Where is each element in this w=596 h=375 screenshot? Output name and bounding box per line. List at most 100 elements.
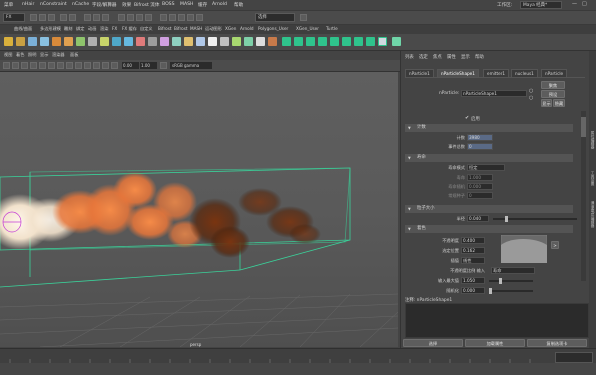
select-hierarchy-icon[interactable] (84, 14, 91, 21)
section-shading[interactable]: 着色 (405, 225, 573, 233)
color-space-select[interactable]: sRGB gamma (170, 62, 212, 69)
radius-slider[interactable] (493, 216, 577, 222)
cross-tool-icon[interactable] (392, 37, 401, 46)
menu-item[interactable]: nCache (72, 2, 89, 7)
textured-icon[interactable] (93, 62, 100, 69)
particle-tool-icon[interactable] (208, 37, 217, 46)
viewport-menu-item[interactable]: 视图 (4, 52, 12, 58)
maximize-icon[interactable]: □ (582, 1, 587, 7)
general-seed-field[interactable]: 0 (467, 192, 493, 199)
resolution-gate-icon[interactable] (57, 62, 64, 69)
render-frame-icon[interactable] (169, 14, 176, 21)
shelf-tab[interactable]: 自定义 (140, 26, 153, 32)
ae-scrollbar-thumb[interactable] (581, 117, 586, 137)
menu-item[interactable]: 帮助 (234, 2, 243, 8)
ae-menu-item[interactable]: 列表 (405, 54, 414, 60)
wireframe-icon[interactable] (75, 62, 82, 69)
smoke-icon[interactable] (64, 37, 73, 46)
node-name-field[interactable]: nParticleShape1 (461, 90, 527, 97)
ramp-expand-button[interactable]: > (551, 241, 559, 249)
selected-position-field[interactable]: 0.162 (461, 247, 485, 254)
copy-tab-button[interactable]: 复制选项卡 (527, 339, 587, 347)
bookmark-icon[interactable] (21, 62, 28, 69)
lifespan-field[interactable]: 1.000 (467, 174, 493, 181)
render-view-icon[interactable] (220, 37, 229, 46)
open-scene-icon[interactable] (39, 14, 46, 21)
color-management-icon[interactable] (160, 62, 167, 69)
menu-item[interactable]: 字段/解算器 (92, 2, 117, 8)
opacity-ramp-graph[interactable] (501, 235, 547, 263)
shelf-tab[interactable]: XGen_User (296, 26, 319, 31)
snap-curve-icon[interactable] (127, 14, 134, 21)
shelf-tab[interactable]: 运动图形 (205, 26, 222, 32)
select-component-icon[interactable] (102, 14, 109, 21)
construction-history-icon[interactable] (160, 14, 167, 21)
emitter-icon[interactable] (16, 37, 25, 46)
ae-scrollbar[interactable] (581, 111, 586, 281)
side-tab-channel-box[interactable]: 通道盒/层编辑器 (589, 201, 596, 227)
goal-icon[interactable] (172, 37, 181, 46)
ipr-render-icon[interactable] (178, 14, 185, 21)
shelf-tab[interactable]: FX 缓存 (122, 26, 137, 32)
graph-editor-icon[interactable] (244, 37, 253, 46)
side-tab-attribute-editor[interactable]: 属性编辑器 (589, 131, 596, 149)
playblast-icon[interactable] (232, 37, 241, 46)
total-events-field[interactable]: 0 (467, 143, 493, 150)
side-tab-tool-settings[interactable]: 工具设置 (589, 171, 596, 185)
far-field[interactable]: 1.00 (140, 62, 157, 69)
symmetry-icon[interactable] (300, 14, 307, 21)
section-count[interactable]: 计数 (405, 124, 573, 132)
bifrost-icon[interactable] (112, 37, 121, 46)
focus-button[interactable]: 聚焦 (541, 81, 565, 89)
menu-item[interactable]: 效果 (122, 2, 131, 8)
cube-green-icon[interactable] (330, 37, 339, 46)
viewport-menu-item[interactable]: 显示 (40, 52, 48, 58)
ae-menu-item[interactable]: 帮助 (475, 54, 484, 60)
shelf-tab[interactable]: Polygons_User (258, 26, 288, 31)
menu-item[interactable]: BOSS (162, 2, 175, 7)
playback-controls[interactable] (555, 352, 593, 363)
snap-grid-icon[interactable] (118, 14, 125, 21)
script-icon[interactable] (256, 37, 265, 46)
camera-attr-icon[interactable] (12, 62, 19, 69)
shelf-tab[interactable]: 雕刻 (64, 26, 72, 32)
cube-green-icon[interactable] (354, 37, 363, 46)
ae-menu-item[interactable]: 选定 (419, 54, 428, 60)
fluid-icon[interactable] (28, 37, 37, 46)
menu-item[interactable]: nHair (22, 2, 34, 7)
shelf-tab[interactable]: MASH (190, 26, 202, 31)
notes-textarea[interactable] (405, 303, 589, 338)
radius-field[interactable]: 0.040 (467, 215, 489, 222)
menu-item[interactable]: nConstraint (40, 2, 67, 7)
shadows-icon[interactable] (111, 62, 118, 69)
flame-icon[interactable] (268, 37, 277, 46)
gate-mask-icon[interactable] (66, 62, 73, 69)
lights-icon[interactable] (102, 62, 109, 69)
nparticle-icon[interactable] (4, 37, 13, 46)
hypershade-icon[interactable] (196, 14, 203, 21)
show-button[interactable]: 显示 (541, 99, 552, 107)
image-plane-icon[interactable] (30, 62, 37, 69)
section-particle-size[interactable]: 粒子大小 (405, 205, 573, 213)
shelf-tab[interactable]: 渲染 (100, 26, 108, 32)
shelf-tab[interactable]: Arnold (240, 26, 254, 31)
cube-green-icon[interactable] (306, 37, 315, 46)
ae-menu-item[interactable]: 焦点 (433, 54, 442, 60)
select-mode-dropdown[interactable]: 选择 (255, 13, 295, 22)
input-max-slider[interactable] (489, 278, 533, 284)
instancer-icon[interactable] (184, 37, 193, 46)
save-scene-icon[interactable] (48, 14, 55, 21)
render-settings-icon[interactable] (187, 14, 194, 21)
snap-point-icon[interactable] (136, 14, 143, 21)
select-object-icon[interactable] (93, 14, 100, 21)
shelf-tab[interactable]: Bifrost (174, 26, 188, 31)
select-box-icon[interactable] (378, 37, 387, 46)
count-field[interactable]: 3980 (467, 134, 493, 141)
menu-item[interactable]: Bifrost 流体 (134, 2, 160, 8)
smooth-shade-icon[interactable] (84, 62, 91, 69)
presets-icon[interactable]: ○ (529, 95, 533, 101)
section-lifespan[interactable]: 寿命 (405, 154, 573, 162)
shelf-tab[interactable]: 曲线/曲面 (14, 26, 32, 32)
menu-item[interactable]: Arnold (212, 2, 227, 7)
grid-icon[interactable] (39, 62, 46, 69)
